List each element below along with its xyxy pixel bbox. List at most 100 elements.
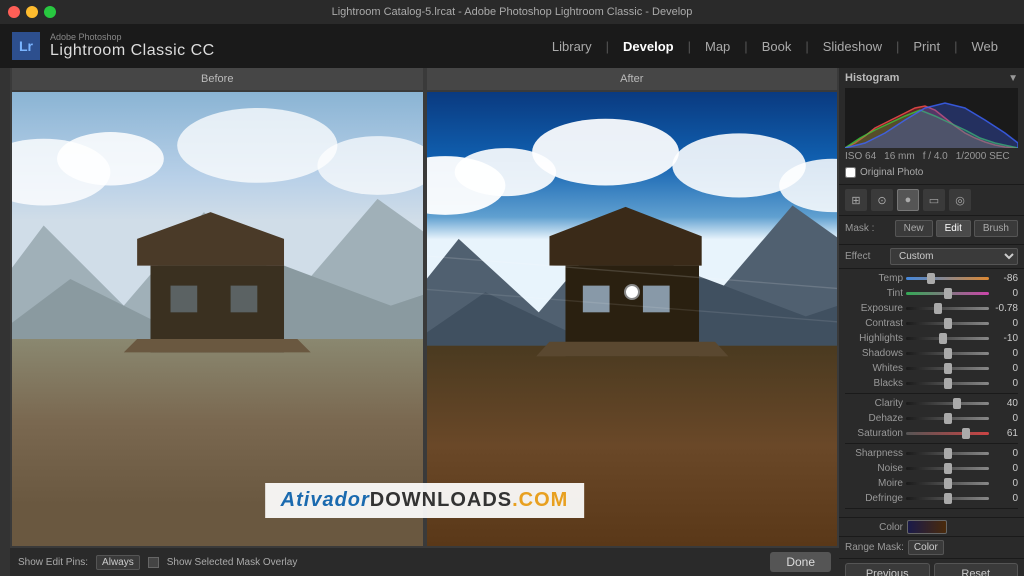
effect-label: Effect [845,251,890,262]
effect-select[interactable]: Custom [890,248,1018,265]
slider-value-defringe: 0 [992,493,1018,504]
sliders-section: Temp-86 Tint0 Exposure -0.78 Contrast 0 Highli… [839,269,1024,517]
slider-name-contrast: Contrast [845,318,903,329]
slider-track-contrast[interactable] [906,322,989,325]
radial-filter-tool[interactable]: ◎ [949,189,971,211]
slider-track-blacks[interactable] [906,382,989,385]
slider-thumb-defringe[interactable] [944,493,952,504]
histogram-section: Histogram ▼ ISO 64 16 mm [839,68,1024,185]
mask-brush-button[interactable]: Brush [974,220,1018,237]
slider-value-exposure: -0.78 [992,303,1018,314]
before-label: Before [12,68,423,90]
slider-separator [845,443,1018,444]
maximize-button[interactable] [44,6,56,18]
slider-thumb-temp[interactable] [927,273,935,284]
aperture-value: f / 4.0 [923,151,948,162]
photo-compare-area[interactable]: AtivadorDOWNLOADS.COM [10,90,839,548]
nav-library[interactable]: Library [538,35,606,58]
previous-button[interactable]: Previous [845,563,930,576]
slider-row-sharpness: Sharpness0 [845,448,1018,459]
slider-thumb-whites[interactable] [944,363,952,374]
adjustment-brush-tool[interactable]: ● [897,189,919,211]
slider-value-temp: -86 [992,273,1018,284]
slider-value-highlights: -10 [992,333,1018,344]
nav-web[interactable]: Web [958,35,1013,58]
mask-label: Mask : [845,223,874,234]
slider-value-blacks: 0 [992,378,1018,389]
slider-row-tint: Tint0 [845,288,1018,299]
close-button[interactable] [8,6,20,18]
crop-tool[interactable]: ⊞ [845,189,867,211]
slider-name-exposure: Exposure [845,303,903,314]
slider-thumb-tint[interactable] [944,288,952,299]
show-edit-pins-label: Show Edit Pins: [18,557,88,568]
done-button[interactable]: Done [770,552,831,572]
mask-edit-button[interactable]: Edit [936,220,971,237]
slider-name-blacks: Blacks [845,378,903,389]
traffic-lights [8,6,56,18]
slider-track-exposure[interactable] [906,307,989,310]
slider-name-noise: Noise [845,463,903,474]
slider-track-whites[interactable] [906,367,989,370]
slider-track-highlights[interactable] [906,337,989,340]
slider-track-moire[interactable] [906,482,989,485]
adjustment-pin[interactable] [624,284,640,300]
after-photo-bg [427,92,838,546]
minimize-button[interactable] [26,6,38,18]
slider-name-highlights: Highlights [845,333,903,344]
nav-map[interactable]: Map [691,35,744,58]
panel-bottom-buttons: Previous Reset [839,558,1024,576]
slider-thumb-blacks[interactable] [944,378,952,389]
slider-thumb-moire[interactable] [944,478,952,489]
slider-thumb-clarity[interactable] [953,398,961,409]
slider-track-shadows[interactable] [906,352,989,355]
nav-develop[interactable]: Develop [609,35,688,58]
before-after-labels: Before After [10,68,839,90]
mask-new-button[interactable]: New [895,220,933,237]
reset-button[interactable]: Reset [934,563,1019,576]
slider-thumb-exposure[interactable] [934,303,942,314]
range-mask-value[interactable]: Color [908,540,944,555]
slider-row-temp: Temp-86 [845,273,1018,284]
slider-thumb-dehaze[interactable] [944,413,952,424]
slider-track-defringe[interactable] [906,497,989,500]
bottom-bar: Show Edit Pins: Always Show Selected Mas… [10,548,839,576]
graduated-filter-tool[interactable]: ▭ [923,189,945,211]
slider-row-contrast: Contrast 0 [845,318,1018,329]
nav-book[interactable]: Book [748,35,806,58]
slider-track-temp[interactable] [906,277,989,280]
nav-print[interactable]: Print [899,35,954,58]
slider-thumb-shadows[interactable] [944,348,952,359]
slider-value-whites: 0 [992,363,1018,374]
show-mask-checkbox[interactable] [148,557,159,568]
slider-thumb-saturation[interactable] [962,428,970,439]
slider-value-contrast: 0 [992,318,1018,329]
slider-track-saturation[interactable] [906,432,989,435]
slider-thumb-highlights[interactable] [939,333,947,344]
slider-value-shadows: 0 [992,348,1018,359]
slider-thumb-sharpness[interactable] [944,448,952,459]
slider-track-tint[interactable] [906,292,989,295]
slider-track-dehaze[interactable] [906,417,989,420]
slider-thumb-contrast[interactable] [944,318,952,329]
slider-track-clarity[interactable] [906,402,989,405]
slider-row-whites: Whites0 [845,363,1018,374]
mask-section: Mask : New Edit Brush [839,216,1024,245]
color-label: Color [845,522,903,533]
slider-track-noise[interactable] [906,467,989,470]
titlebar: Lightroom Catalog-5.lrcat - Adobe Photos… [0,0,1024,24]
window-title: Lightroom Catalog-5.lrcat - Adobe Photos… [332,6,693,18]
show-edit-pins-value[interactable]: Always [96,555,140,570]
slider-track-sharpness[interactable] [906,452,989,455]
watermark-downloads: DOWNLOADS [370,489,512,511]
slider-value-clarity: 40 [992,398,1018,409]
spot-removal-tool[interactable]: ⊙ [871,189,893,211]
slider-thumb-noise[interactable] [944,463,952,474]
slider-row-clarity: Clarity40 [845,398,1018,409]
slider-row-exposure: Exposure -0.78 [845,303,1018,314]
slider-separator [845,393,1018,394]
histogram-expand-icon[interactable]: ▼ [1008,73,1018,84]
nav-slideshow[interactable]: Slideshow [809,35,896,58]
color-swatch[interactable] [907,520,947,534]
original-photo-checkbox[interactable] [845,167,856,178]
